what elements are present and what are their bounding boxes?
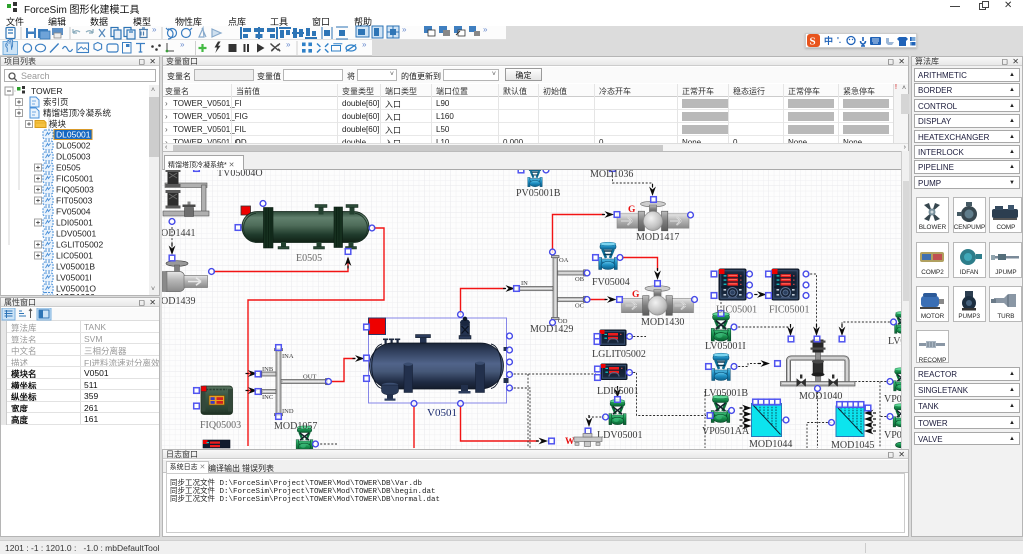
svg-text:LDV05001: LDV05001 [56,229,96,239]
svg-text:MOD1429: MOD1429 [530,324,573,335]
svg-text:OD1441: OD1441 [162,228,195,239]
svg-text:»: » [362,40,367,49]
svg-text:MOD1057: MOD1057 [274,421,317,432]
svg-text:FIQ05003: FIQ05003 [200,420,241,431]
svg-text:»: » [402,25,407,34]
svg-text:LIC05001: LIC05001 [716,305,757,316]
svg-text:精馏塔顶冷凝系统: 精馏塔顶冷凝系统 [43,108,112,118]
svg-text:G: G [628,205,636,215]
svg-text:FIQ05003: FIQ05003 [56,185,94,195]
svg-text:»: » [180,40,185,49]
svg-text:VP050: VP050 [884,430,901,441]
svg-text:LV05001I: LV05001I [705,341,746,352]
svg-text:OB: OB [575,276,585,283]
svg-text:LDI05001: LDI05001 [597,386,639,397]
svg-text:V0501: V0501 [427,407,457,419]
svg-text:FIT05003: FIT05003 [56,196,93,206]
svg-text:LGLIT05002: LGLIT05002 [592,349,646,360]
svg-text:中: 中 [824,35,833,46]
svg-text:MOD1040: MOD1040 [799,391,842,402]
svg-text:INA: INA [282,353,294,360]
svg-text:INB: INB [262,366,274,373]
svg-text:LV05: LV05 [888,336,901,347]
svg-text:LGLIT05002: LGLIT05002 [56,240,104,250]
svg-text:MOD1036: MOD1036 [56,292,95,295]
svg-text:MOD1036: MOD1036 [590,170,633,180]
svg-text:LV05001I: LV05001I [56,273,92,283]
svg-text:MOD1045: MOD1045 [831,440,874,449]
svg-text:VP0501AA: VP0501AA [702,426,750,437]
svg-text:»: » [286,40,291,49]
svg-text:IND: IND [282,408,294,415]
svg-text:DL05001: DL05001 [56,130,91,140]
svg-text:OA: OA [559,257,569,264]
svg-text:MOD1430: MOD1430 [641,317,684,328]
svg-text:TOWER: TOWER [31,86,62,96]
svg-text:DL05002: DL05002 [56,141,91,151]
svg-text:IN: IN [521,280,528,287]
svg-text:INC: INC [262,394,273,401]
svg-text:'.: '. [837,36,841,45]
svg-text:LV05001B: LV05001B [56,262,95,272]
svg-text:S: S [810,36,816,48]
svg-text:TV05004O: TV05004O [217,170,263,179]
svg-text:OUT: OUT [303,374,316,381]
svg-text:OD: OD [558,318,568,325]
svg-text:G: G [632,290,640,300]
svg-text:»: » [483,25,488,34]
svg-text:OD1439: OD1439 [162,296,195,307]
svg-text:W: W [565,437,575,447]
svg-text:LDV05001: LDV05001 [597,430,643,441]
svg-text:FIC05001: FIC05001 [769,305,810,316]
svg-text:»: » [152,25,157,34]
svg-text:LV05001B: LV05001B [704,388,748,399]
svg-text:FV05004: FV05004 [592,277,630,288]
svg-text:VP050: VP050 [884,394,901,405]
svg-text:MOD1417: MOD1417 [636,232,679,243]
svg-text:OC: OC [575,303,584,310]
svg-text:FV05004: FV05004 [56,207,91,217]
svg-text:DL05003: DL05003 [56,152,91,162]
svg-text:模块: 模块 [49,119,67,129]
svg-text:E0505: E0505 [56,163,81,173]
svg-text:LDI05001: LDI05001 [56,218,93,228]
svg-text:索引页: 索引页 [43,97,69,107]
svg-text:E0505: E0505 [296,253,322,264]
svg-text:LIC05001: LIC05001 [56,251,93,261]
svg-text:MOD1044: MOD1044 [749,439,792,449]
svg-text:PV05001B: PV05001B [516,188,561,199]
svg-text:FIC05001: FIC05001 [56,174,94,184]
